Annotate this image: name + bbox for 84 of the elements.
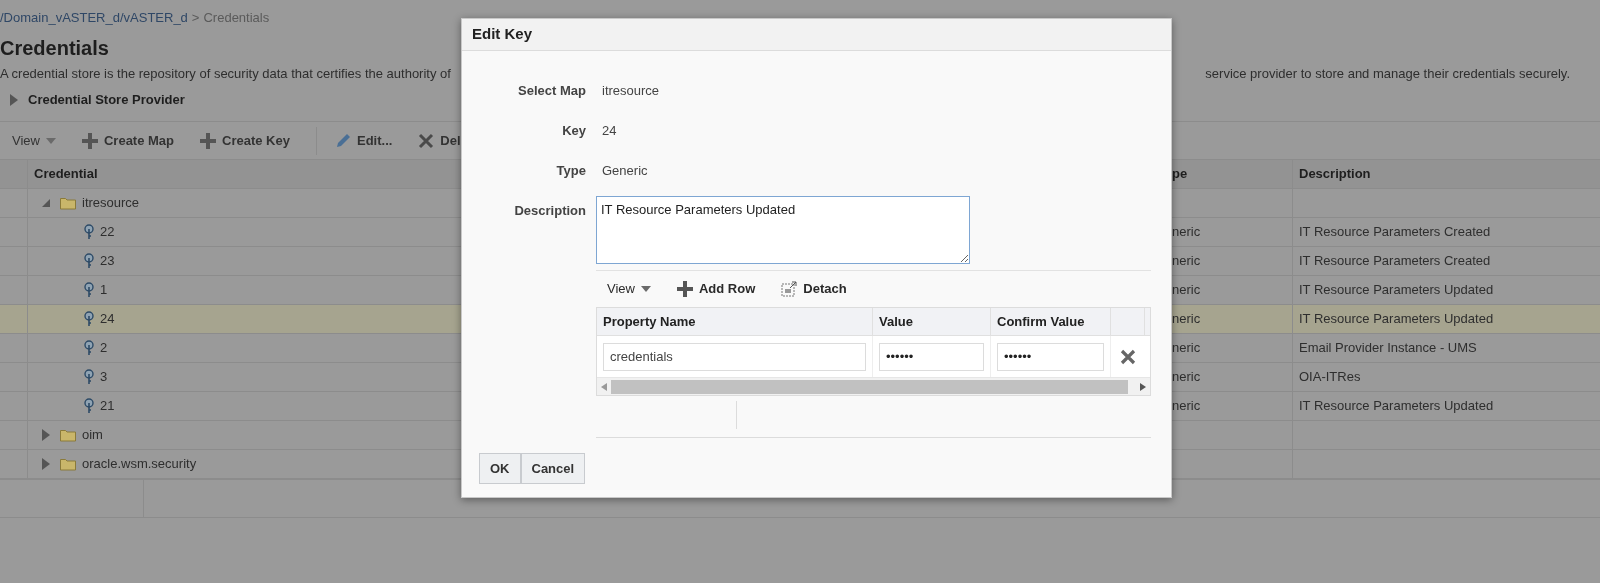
type-cell-text: neric bbox=[1172, 397, 1201, 416]
type-cell-text: neric bbox=[1172, 252, 1201, 271]
key-icon bbox=[84, 311, 94, 327]
toolbar-button[interactable]: Create Map bbox=[81, 130, 175, 151]
plus-icon bbox=[81, 132, 98, 149]
expand-icon bbox=[10, 94, 18, 106]
description-cell-text: IT Resource Parameters Updated bbox=[1299, 397, 1494, 416]
folder-icon bbox=[60, 457, 76, 471]
toolbar-button[interactable]: Del bbox=[418, 130, 461, 151]
description-field[interactable]: IT Resource Parameters Updated bbox=[596, 196, 970, 264]
type-cell-text: neric bbox=[1172, 339, 1201, 358]
breadcrumb-current: Credentials bbox=[203, 8, 270, 27]
toolbar-button[interactable]: Detach bbox=[781, 279, 847, 299]
credential-name: oim bbox=[82, 426, 103, 445]
description-cell-text: IT Resource Parameters Created bbox=[1299, 252, 1491, 271]
toolbar-button[interactable]: Edit... bbox=[334, 130, 393, 151]
credential-name: 3 bbox=[100, 368, 108, 387]
plus-icon bbox=[676, 281, 693, 297]
key-icon bbox=[84, 224, 94, 240]
expand-icon[interactable] bbox=[42, 458, 50, 470]
dialog-button[interactable]: Cancel bbox=[520, 453, 586, 484]
field-value: 24 bbox=[601, 122, 618, 139]
field-value: itresource bbox=[601, 82, 661, 99]
field-label: Description bbox=[513, 202, 586, 219]
folder-icon bbox=[60, 196, 76, 210]
provider-section-toggle[interactable]: Credential Store Provider bbox=[10, 90, 185, 110]
key-icon bbox=[84, 340, 94, 356]
credential-name: 24 bbox=[100, 310, 115, 329]
scroll-left-icon[interactable] bbox=[601, 382, 607, 391]
type-cell-text: neric bbox=[1172, 368, 1201, 387]
page-title: Credentials bbox=[0, 36, 109, 60]
toolbar-button[interactable]: Create Key bbox=[200, 130, 290, 151]
key-icon bbox=[84, 398, 94, 414]
close-icon bbox=[418, 132, 435, 149]
field-label: Select Map bbox=[517, 82, 586, 99]
column-header: Value bbox=[873, 308, 991, 335]
field-label: Type bbox=[555, 162, 586, 179]
dialog-button[interactable]: OK bbox=[479, 453, 521, 484]
expand-icon[interactable] bbox=[42, 429, 50, 441]
column-header: Description bbox=[1299, 165, 1371, 184]
type-cell-text: neric bbox=[1172, 281, 1201, 300]
toolbar-button[interactable]: Add Row bbox=[676, 279, 756, 299]
column-header: pe bbox=[1172, 165, 1188, 184]
credential-name: 2 bbox=[100, 339, 108, 358]
description-cell-text: Email Provider Instance - UMS bbox=[1299, 339, 1477, 358]
column-header: Credential bbox=[34, 165, 98, 184]
description-text: A credential store is the repository of security data that certifies the authority of bbox=[0, 66, 451, 82]
credential-name: itresource bbox=[82, 194, 140, 213]
description-cell-text: OIA-ITRes bbox=[1299, 368, 1361, 387]
property-name-field[interactable]: credentials bbox=[603, 342, 866, 371]
column-header: Property Name bbox=[597, 308, 873, 335]
field-label: Key bbox=[561, 122, 586, 139]
key-icon bbox=[84, 253, 94, 269]
credential-name: 22 bbox=[100, 223, 115, 242]
dialog-title: Edit Key bbox=[472, 24, 532, 45]
scroll-right-icon[interactable] bbox=[1140, 382, 1146, 391]
field-value: Generic bbox=[601, 162, 649, 179]
folder-icon bbox=[60, 428, 76, 442]
pencil-icon bbox=[334, 132, 351, 149]
description-cell-text: IT Resource Parameters Updated bbox=[1299, 310, 1494, 329]
credential-name: 1 bbox=[100, 281, 108, 300]
description-cell-text: IT Resource Parameters Created bbox=[1299, 223, 1491, 242]
horizontal-scrollbar[interactable] bbox=[597, 377, 1150, 395]
credential-name: 21 bbox=[100, 397, 115, 416]
detach-icon bbox=[781, 281, 798, 297]
confirm-value-field[interactable]: •••••• bbox=[997, 342, 1104, 371]
description-text: service provider to store and manage their credentials securely. bbox=[1205, 66, 1570, 82]
breadcrumb-separator: > bbox=[191, 8, 200, 27]
plus-icon bbox=[200, 132, 217, 149]
caret-icon bbox=[640, 286, 651, 292]
key-icon bbox=[84, 369, 94, 385]
description-cell-text: IT Resource Parameters Updated bbox=[1299, 281, 1494, 300]
view-menu[interactable]: View bbox=[12, 130, 56, 151]
caret-icon bbox=[45, 137, 56, 144]
credential-name: oracle.wsm.security bbox=[82, 455, 197, 474]
credential-name: 23 bbox=[100, 252, 115, 271]
collapse-icon[interactable] bbox=[41, 198, 51, 208]
key-icon bbox=[84, 282, 94, 298]
view-menu[interactable]: View bbox=[607, 279, 651, 299]
column-header: Confirm Value bbox=[991, 308, 1111, 335]
delete-icon[interactable] bbox=[1120, 348, 1136, 365]
type-cell-text: neric bbox=[1172, 223, 1201, 242]
value-field[interactable]: •••••• bbox=[879, 342, 984, 371]
type-cell-text: neric bbox=[1172, 310, 1201, 329]
